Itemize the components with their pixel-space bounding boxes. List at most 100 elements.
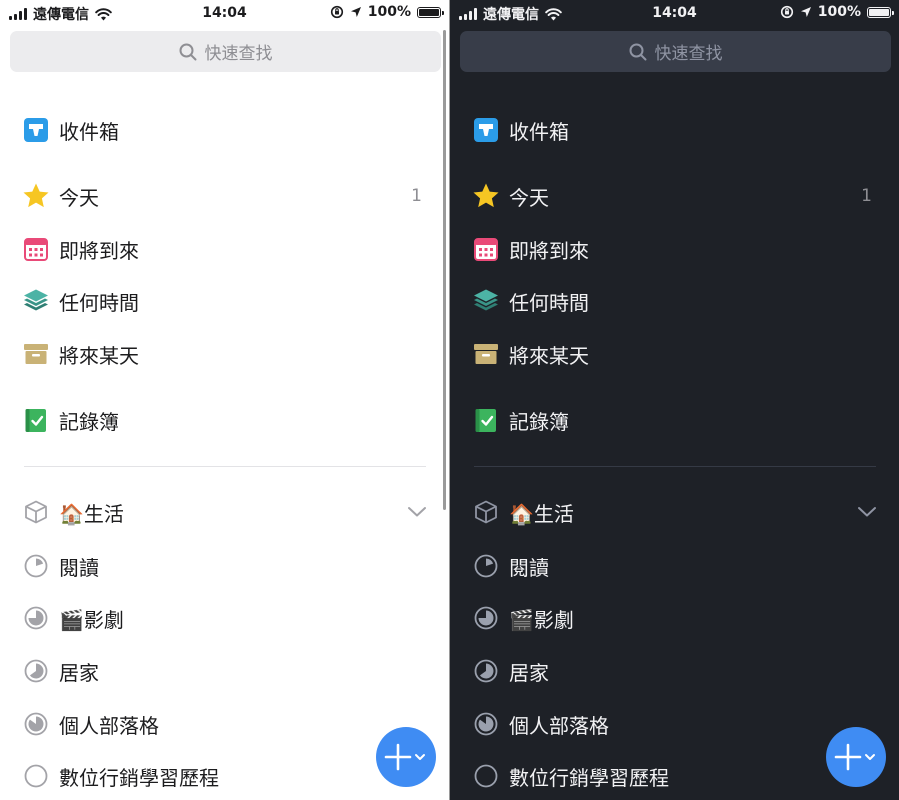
- orientation-lock-icon: [330, 5, 343, 19]
- progress-pie-fill: [29, 663, 44, 679]
- battery-percent: 100%: [367, 4, 411, 20]
- battery-icon: [867, 6, 894, 18]
- dark-mode-panel: 遠傳電信 14:04 100% 快速查找 收件箱 今天 1 即將到來 任何時間 …: [450, 0, 899, 800]
- calendar-icon: [472, 235, 500, 263]
- progress-pie-icon: [472, 604, 500, 632]
- layers-icon: [472, 287, 500, 315]
- area-header-life[interactable]: 🏠生活: [450, 492, 899, 532]
- section-divider: [24, 466, 426, 467]
- project-label: 居家: [509, 660, 549, 685]
- progress-pie-icon: [22, 657, 50, 685]
- layers-icon: [22, 287, 50, 315]
- nav-item-anytime[interactable]: 任何時間: [0, 281, 449, 321]
- add-button[interactable]: [826, 727, 886, 787]
- project-label: 閱讀: [59, 555, 99, 580]
- project-item[interactable]: 居家: [450, 651, 899, 691]
- nav-item-anytime[interactable]: 任何時間: [450, 281, 899, 321]
- nav-item-someday[interactable]: 將來某天: [450, 334, 899, 374]
- search-icon: [629, 43, 646, 60]
- scrollbar[interactable]: [443, 30, 446, 510]
- orientation-lock-icon: [780, 5, 793, 19]
- status-bar: 遠傳電信 14:04 100%: [450, 0, 899, 26]
- someday-label: 將來某天: [509, 343, 589, 368]
- plus-icon: [384, 743, 425, 771]
- logbook-label: 記錄簿: [509, 409, 569, 434]
- area-label: 🏠生活: [59, 501, 124, 526]
- location-arrow-icon: [350, 7, 361, 17]
- nav-item-logbook[interactable]: 記錄簿: [0, 400, 449, 440]
- someday-label: 將來某天: [59, 343, 139, 368]
- project-item[interactable]: 閱讀: [450, 546, 899, 586]
- progress-pie-icon: [472, 552, 500, 580]
- logbook-icon: [22, 406, 50, 434]
- project-item[interactable]: 🎬影劇: [0, 598, 449, 638]
- archive-box-icon: [22, 340, 50, 368]
- light-mode-panel: 遠傳電信 14:04 100% 快速查找 收件箱 今天 1 即將到來 任何時間 …: [0, 0, 449, 800]
- logbook-label: 記錄簿: [59, 409, 119, 434]
- progress-pie-icon: [22, 762, 50, 790]
- progress-pie-fill: [479, 663, 494, 679]
- project-label: 數位行銷學習歷程: [509, 765, 669, 790]
- project-label: 居家: [59, 660, 99, 685]
- search-placeholder: 快速查找: [654, 44, 723, 64]
- progress-pie-icon: [472, 710, 500, 738]
- star-icon: [472, 182, 500, 210]
- add-button[interactable]: [376, 727, 436, 787]
- search-icon: [179, 43, 196, 60]
- today-label: 今天: [59, 185, 99, 210]
- chevron-down-icon[interactable]: [407, 503, 427, 522]
- inbox-label: 收件箱: [509, 119, 569, 144]
- progress-pie-icon: [22, 710, 50, 738]
- progress-pie-fill: [28, 610, 44, 626]
- anytime-label: 任何時間: [59, 290, 139, 315]
- archive-box-icon: [472, 340, 500, 368]
- search-placeholder: 快速查找: [204, 44, 273, 64]
- project-label: 🎬影劇: [509, 607, 574, 632]
- nav-item-upcoming[interactable]: 即將到來: [0, 229, 449, 269]
- section-divider: [474, 466, 876, 467]
- progress-pie-icon: [472, 657, 500, 685]
- location-arrow-icon: [800, 7, 811, 17]
- project-label: 個人部落格: [59, 713, 159, 738]
- area-label: 🏠生活: [509, 501, 574, 526]
- anytime-label: 任何時間: [509, 290, 589, 315]
- chevron-down-icon[interactable]: [857, 503, 877, 522]
- nav-item-upcoming[interactable]: 即將到來: [450, 229, 899, 269]
- project-item[interactable]: 閱讀: [0, 546, 449, 586]
- nav-item-inbox[interactable]: 收件箱: [0, 110, 449, 150]
- nav-item-someday[interactable]: 將來某天: [0, 334, 449, 374]
- project-item[interactable]: 🎬影劇: [450, 598, 899, 638]
- area-header-life[interactable]: 🏠生活: [0, 492, 449, 532]
- upcoming-label: 即將到來: [509, 238, 589, 263]
- plus-icon: [834, 743, 875, 771]
- area-cube-icon: [472, 498, 500, 526]
- project-item[interactable]: 居家: [0, 651, 449, 691]
- search-bar[interactable]: 快速查找: [460, 31, 891, 72]
- progress-pie-fill: [486, 558, 494, 566]
- inbox-icon: [22, 116, 50, 144]
- nav-item-inbox[interactable]: 收件箱: [450, 110, 899, 150]
- progress-pie-fill: [478, 610, 494, 626]
- today-count-badge: 1: [861, 186, 872, 206]
- progress-pie-fill: [36, 558, 44, 566]
- progress-pie-icon: [22, 604, 50, 632]
- calendar-icon: [22, 235, 50, 263]
- logbook-icon: [472, 406, 500, 434]
- progress-pie-icon: [472, 762, 500, 790]
- progress-pie-icon: [22, 552, 50, 580]
- upcoming-label: 即將到來: [59, 238, 139, 263]
- today-label: 今天: [509, 185, 549, 210]
- area-cube-icon: [22, 498, 50, 526]
- nav-item-today[interactable]: 今天 1: [450, 176, 899, 216]
- progress-pie-fill: [28, 716, 44, 732]
- inbox-icon: [472, 116, 500, 144]
- status-bar: 遠傳電信 14:04 100%: [0, 0, 449, 26]
- inbox-label: 收件箱: [59, 119, 119, 144]
- search-bar[interactable]: 快速查找: [10, 31, 441, 72]
- project-label: 個人部落格: [509, 713, 609, 738]
- nav-item-logbook[interactable]: 記錄簿: [450, 400, 899, 440]
- nav-item-today[interactable]: 今天 1: [0, 176, 449, 216]
- today-count-badge: 1: [411, 186, 422, 206]
- star-icon: [22, 182, 50, 210]
- battery-percent: 100%: [817, 4, 861, 20]
